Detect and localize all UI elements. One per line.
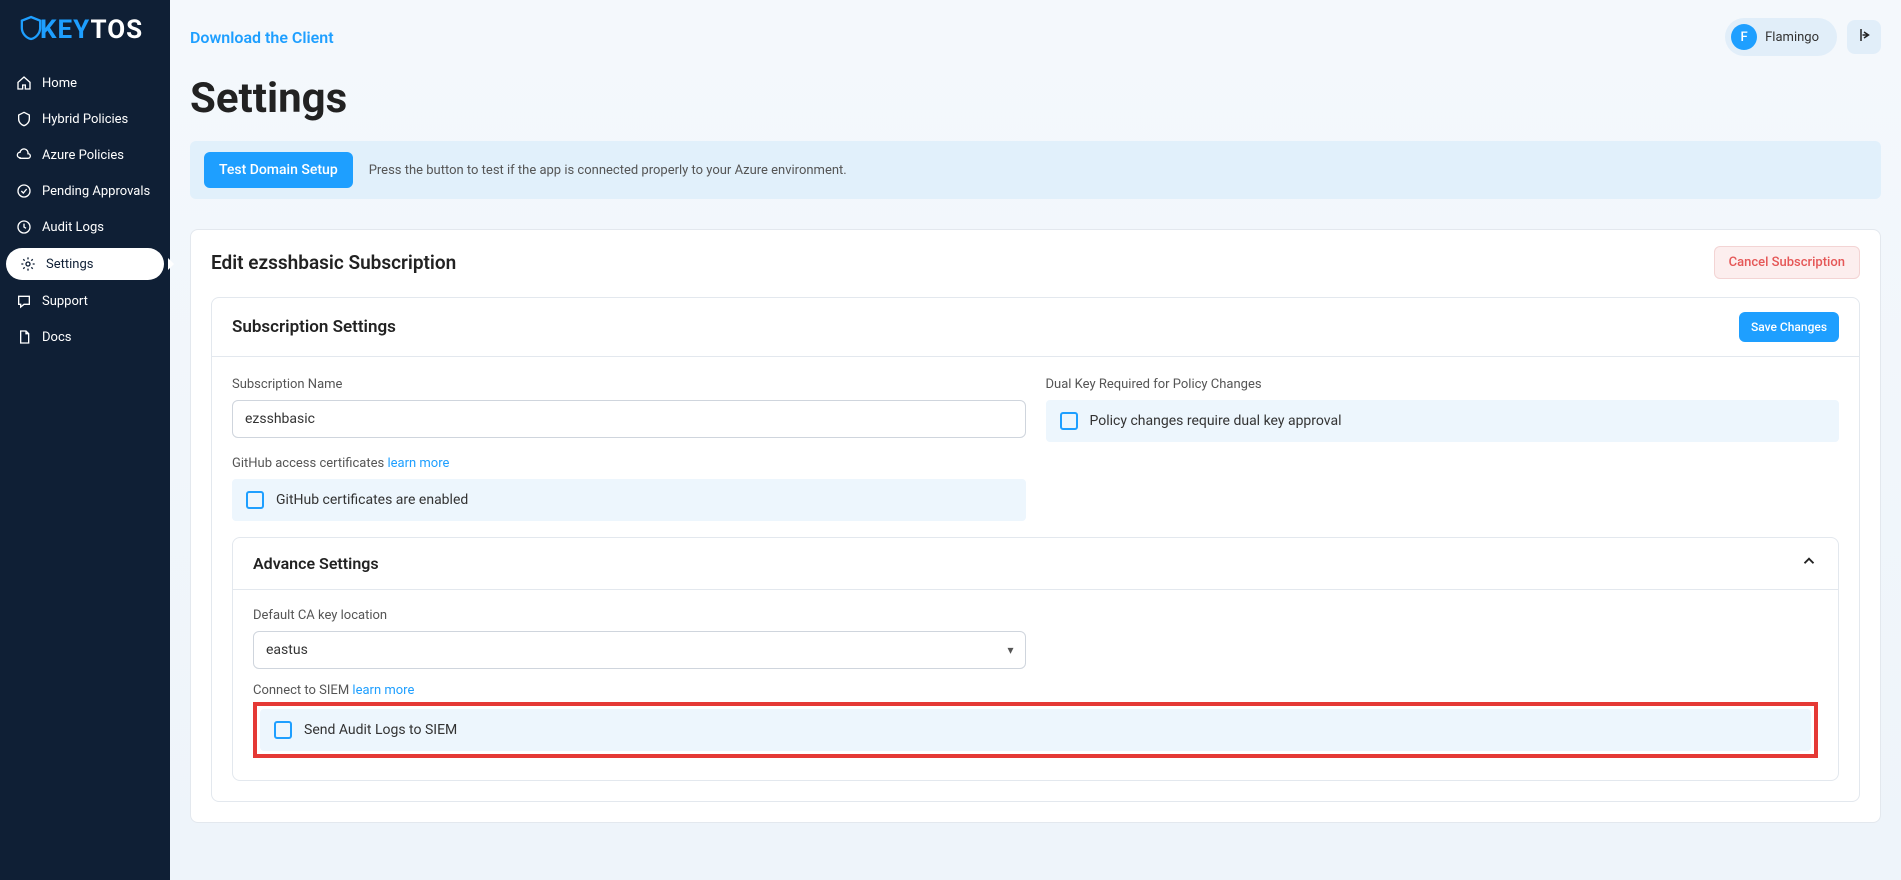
github-learn-more-link[interactable]: learn more — [387, 456, 449, 471]
download-client-link[interactable]: Download the Client — [190, 28, 334, 47]
avatar: F — [1731, 24, 1757, 50]
content: Settings Test Domain Setup Press the but… — [170, 74, 1901, 863]
cloud-icon — [16, 147, 32, 163]
sidebar-item-settings[interactable]: Settings — [6, 248, 164, 280]
alert-bar: Test Domain Setup Press the button to te… — [190, 141, 1881, 199]
github-text: GitHub certificates are enabled — [276, 492, 468, 508]
sidebar-item-hybrid-policies[interactable]: Hybrid Policies — [0, 101, 170, 137]
dualkey-group: Dual Key Required for Policy Changes Pol… — [1046, 377, 1840, 442]
siem-checkbox-row[interactable]: Send Audit Logs to SIEM — [260, 709, 1811, 751]
sidebar-item-label: Settings — [46, 257, 93, 272]
logout-button[interactable] — [1847, 20, 1881, 54]
user-name: Flamingo — [1765, 30, 1819, 45]
github-group: GitHub access certificates learn more Gi… — [232, 456, 1026, 521]
subscription-header-title: Edit ezsshbasic Subscription — [211, 251, 456, 274]
subscription-name-group: Subscription Name — [232, 377, 1026, 442]
shield-icon — [20, 15, 42, 45]
logo[interactable]: KEYTOS — [0, 10, 170, 65]
sidebar-item-label: Docs — [42, 330, 71, 345]
ca-location-select[interactable]: eastus — [253, 631, 1026, 669]
siem-label: Connect to SIEM learn more — [253, 683, 1818, 698]
advance-settings-accordion: Advance Settings Default CA key location… — [232, 537, 1839, 781]
gear-icon — [20, 256, 36, 272]
ca-location-group: Default CA key location eastus — [253, 608, 1026, 669]
check-circle-icon — [16, 183, 32, 199]
subscription-card: Edit ezsshbasic Subscription Cancel Subs… — [190, 229, 1881, 823]
subscription-settings-title: Subscription Settings — [232, 317, 396, 337]
logout-icon — [1855, 26, 1873, 48]
subscription-card-header: Edit ezsshbasic Subscription Cancel Subs… — [191, 230, 1880, 295]
topbar: Download the Client F Flamingo — [170, 0, 1901, 74]
dualkey-checkbox[interactable] — [1060, 412, 1078, 430]
github-checkbox[interactable] — [246, 491, 264, 509]
siem-group: Connect to SIEM learn more Send Audit Lo… — [253, 683, 1818, 758]
sidebar-item-label: Hybrid Policies — [42, 112, 128, 127]
subscription-settings-header: Subscription Settings Save Changes — [212, 298, 1859, 357]
sidebar-item-label: Support — [42, 294, 88, 309]
sidebar-item-label: Azure Policies — [42, 148, 124, 163]
ca-location-label: Default CA key location — [253, 608, 1026, 623]
home-icon — [16, 75, 32, 91]
subscription-settings-card: Subscription Settings Save Changes Subsc… — [211, 297, 1860, 802]
sidebar-item-audit-logs[interactable]: Audit Logs — [0, 209, 170, 245]
subscription-name-input[interactable] — [232, 400, 1026, 438]
advance-settings-title: Advance Settings — [253, 554, 379, 573]
document-icon — [16, 329, 32, 345]
sidebar-item-azure-policies[interactable]: Azure Policies — [0, 137, 170, 173]
sidebar-item-support[interactable]: Support — [0, 283, 170, 319]
alert-text: Press the button to test if the app is c… — [369, 163, 847, 178]
dualkey-text: Policy changes require dual key approval — [1090, 413, 1342, 429]
test-domain-setup-button[interactable]: Test Domain Setup — [204, 152, 353, 188]
page-title: Settings — [190, 74, 1881, 123]
sidebar-item-label: Audit Logs — [42, 220, 104, 235]
dualkey-label: Dual Key Required for Policy Changes — [1046, 377, 1840, 392]
sidebar: KEYTOS Home Hybrid Policies Azure Polici… — [0, 0, 170, 880]
siem-learn-more-link[interactable]: learn more — [352, 683, 414, 698]
user-badge[interactable]: F Flamingo — [1725, 18, 1837, 56]
sidebar-item-label: Home — [42, 76, 77, 91]
sidebar-item-pending-approvals[interactable]: Pending Approvals — [0, 173, 170, 209]
subscription-name-label: Subscription Name — [232, 377, 1026, 392]
chat-icon — [16, 293, 32, 309]
chevron-up-icon — [1800, 552, 1818, 575]
advance-settings-header[interactable]: Advance Settings — [233, 538, 1838, 590]
main: Download the Client F Flamingo Settings … — [170, 0, 1901, 880]
sidebar-item-home[interactable]: Home — [0, 65, 170, 101]
siem-text: Send Audit Logs to SIEM — [304, 722, 457, 738]
shield-icon — [16, 111, 32, 127]
save-changes-button[interactable]: Save Changes — [1739, 312, 1839, 342]
github-label: GitHub access certificates learn more — [232, 456, 1026, 471]
cancel-subscription-button[interactable]: Cancel Subscription — [1714, 246, 1860, 279]
clock-icon — [16, 219, 32, 235]
logo-text: KEYTOS — [40, 15, 143, 45]
siem-highlight: Send Audit Logs to SIEM — [253, 702, 1818, 758]
sidebar-item-docs[interactable]: Docs — [0, 319, 170, 355]
siem-checkbox[interactable] — [274, 721, 292, 739]
github-checkbox-row[interactable]: GitHub certificates are enabled — [232, 479, 1026, 521]
dualkey-checkbox-row[interactable]: Policy changes require dual key approval — [1046, 400, 1840, 442]
sidebar-item-label: Pending Approvals — [42, 184, 150, 199]
